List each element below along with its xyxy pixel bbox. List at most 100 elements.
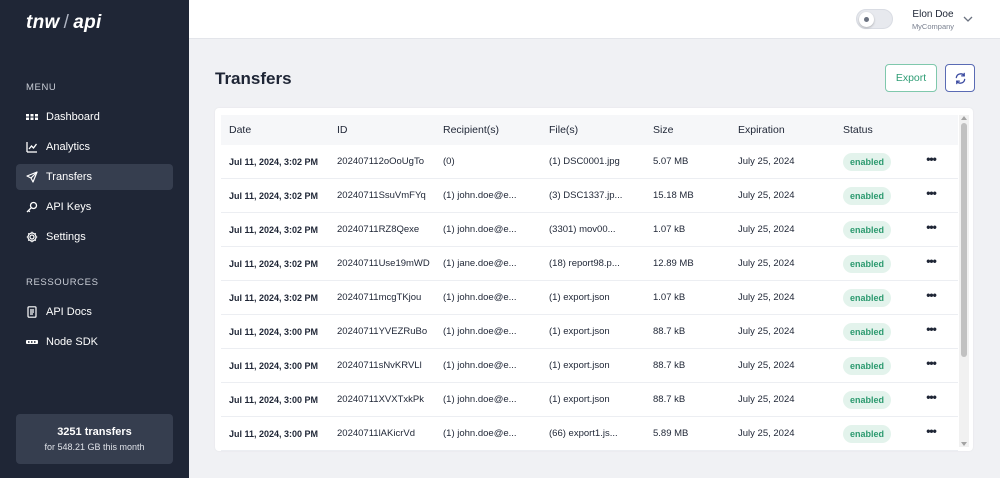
table-row[interactable]: Jul 11, 2024, 3:00 PM 20240711YVEZRuBo (… xyxy=(221,315,958,349)
status-badge: enabled xyxy=(843,323,891,341)
send-icon xyxy=(26,171,38,183)
sidebar-item-label: API Keys xyxy=(46,201,92,213)
column-header-recipients[interactable]: Recipient(s) xyxy=(443,115,499,145)
cell-size: 1.07 kB xyxy=(653,292,686,303)
status-badge: enabled xyxy=(843,357,891,375)
cell-expiration: July 25, 2024 xyxy=(738,394,795,405)
table-row[interactable]: Jul 11, 2024, 3:00 PM 20240711XVXTxkPk (… xyxy=(221,383,958,417)
table-row[interactable]: Jul 11, 2024, 3:02 PM 20240711mcgTKjou (… xyxy=(221,281,958,315)
status-badge: enabled xyxy=(843,391,891,409)
more-options-icon[interactable]: ••• xyxy=(923,187,939,204)
cell-id: 20240711lAKicrVd xyxy=(337,428,415,439)
more-options-icon[interactable]: ••• xyxy=(923,221,939,238)
cell-date: Jul 11, 2024, 3:02 PM xyxy=(229,259,319,269)
sidebar-item-node-sdk[interactable]: Node SDK xyxy=(16,329,173,355)
table-row[interactable]: Jul 11, 2024, 3:00 PM 20240711sNvKRVLl (… xyxy=(221,349,958,383)
more-options-icon[interactable]: ••• xyxy=(923,255,939,272)
cell-files: (1) DSC0001.jpg xyxy=(549,156,620,167)
more-options-icon[interactable]: ••• xyxy=(923,289,939,306)
cell-expiration: July 25, 2024 xyxy=(738,292,795,303)
chart-icon xyxy=(26,142,38,153)
table-header: Date ID Recipient(s) File(s) Size Expira… xyxy=(221,115,958,145)
sidebar-item-label: API Docs xyxy=(46,306,92,318)
cell-id: 20240711YVEZRuBo xyxy=(337,326,428,337)
sidebar-item-analytics[interactable]: Analytics xyxy=(16,134,173,160)
scrollbar-thumb[interactable] xyxy=(961,123,967,357)
sidebar-item-label: Settings xyxy=(46,231,86,243)
sidebar-item-settings[interactable]: Settings xyxy=(16,224,173,250)
more-options-icon[interactable]: ••• xyxy=(923,357,939,374)
cell-files: (1) export.json xyxy=(549,292,610,303)
sidebar-item-dashboard[interactable]: Dashboard xyxy=(16,104,173,130)
cell-files: (66) export1.js... xyxy=(549,428,618,439)
refresh-icon xyxy=(955,72,965,84)
gear-icon xyxy=(26,231,38,243)
cell-id: 20240711RZ8Qexe xyxy=(337,224,420,235)
cell-expiration: July 25, 2024 xyxy=(738,190,795,201)
toggle-knob xyxy=(859,12,874,27)
more-options-icon[interactable]: ••• xyxy=(923,391,939,408)
cell-date: Jul 11, 2024, 3:02 PM xyxy=(229,191,319,201)
cell-id: 20240711sNvKRVLl xyxy=(337,360,422,371)
user-company: MyCompany xyxy=(911,22,955,31)
cell-id: 20240711Use19mWD xyxy=(337,258,430,269)
more-options-icon[interactable]: ••• xyxy=(923,323,939,340)
status-badge: enabled xyxy=(843,425,891,443)
column-header-status[interactable]: Status xyxy=(843,115,873,145)
cell-size: 1.07 kB xyxy=(653,224,686,235)
sidebar-item-transfers[interactable]: Transfers xyxy=(16,164,173,190)
table-row[interactable]: Jul 11, 2024, 3:02 PM 20240711RZ8Qexe (1… xyxy=(221,213,958,247)
scroll-up-icon[interactable] xyxy=(961,116,967,120)
table-row[interactable]: Jul 11, 2024, 3:00 PM 20240711lAKicrVd (… xyxy=(221,417,958,451)
theme-toggle[interactable] xyxy=(856,9,893,29)
table-row[interactable]: Jul 11, 2024, 3:02 PM 20240711SsuVmFYq (… xyxy=(221,179,958,213)
document-icon xyxy=(27,306,37,318)
status-badge: enabled xyxy=(843,221,891,239)
column-header-size[interactable]: Size xyxy=(653,115,673,145)
cell-expiration: July 25, 2024 xyxy=(738,360,795,371)
column-header-expiration[interactable]: Expiration xyxy=(738,115,785,145)
more-options-icon[interactable]: ••• xyxy=(923,425,939,442)
export-button[interactable]: Export xyxy=(885,64,937,92)
cell-expiration: July 25, 2024 xyxy=(738,326,795,337)
column-header-files[interactable]: File(s) xyxy=(549,115,578,145)
cell-size: 5.07 MB xyxy=(653,156,689,167)
cell-recipients: (1) john.doe@e... xyxy=(443,428,517,439)
cell-recipients: (1) john.doe@e... xyxy=(443,190,517,201)
cell-size: 15.18 MB xyxy=(653,190,694,201)
cell-files: (1) export.json xyxy=(549,326,610,337)
cell-recipients: (1) john.doe@e... xyxy=(443,360,517,371)
cell-recipients: (1) john.doe@e... xyxy=(443,326,517,337)
cell-recipients: (1) john.doe@e... xyxy=(443,224,517,235)
scroll-down-icon[interactable] xyxy=(961,442,967,446)
status-badge: enabled xyxy=(843,187,891,205)
logo-right: api xyxy=(73,12,102,33)
more-options-icon[interactable]: ••• xyxy=(923,153,939,170)
sidebar-item-label: Transfers xyxy=(46,171,93,183)
status-badge: enabled xyxy=(843,255,891,273)
table-row[interactable]: Jul 11, 2024, 3:02 PM 202407112oOoUgTo (… xyxy=(221,145,958,179)
cell-id: 20240711XVXTxkPk xyxy=(337,394,424,405)
user-menu[interactable]: Elon Doe MyCompany xyxy=(905,9,961,31)
column-header-id[interactable]: ID xyxy=(337,115,348,145)
sidebar-item-api-keys[interactable]: API Keys xyxy=(16,194,173,220)
logo[interactable]: tnw / api xyxy=(26,12,102,34)
chevron-down-icon[interactable] xyxy=(963,15,973,23)
cell-recipients: (1) jane.doe@e... xyxy=(443,258,517,269)
usage-count: 3251 transfers xyxy=(57,426,132,438)
cell-date: Jul 11, 2024, 3:02 PM xyxy=(229,225,319,235)
table-row[interactable]: Jul 11, 2024, 3:02 PM 20240711Use19mWD (… xyxy=(221,247,958,281)
refresh-button[interactable] xyxy=(945,64,975,92)
table-scrollbar[interactable] xyxy=(959,115,969,447)
sidebar-item-api-docs[interactable]: API Docs xyxy=(16,299,173,325)
page-title: Transfers xyxy=(215,69,292,88)
cell-recipients: (1) john.doe@e... xyxy=(443,394,517,405)
usage-detail: for 548.21 GB this month xyxy=(44,442,145,452)
resources-section-title: RESSOURCES xyxy=(26,277,99,288)
usage-summary: 3251 transfers for 548.21 GB this month xyxy=(16,414,173,464)
sidebar: tnw / api MENU Dashboard Analytics Transfe… xyxy=(0,0,189,478)
cell-date: Jul 11, 2024, 3:00 PM xyxy=(229,361,319,371)
key-icon xyxy=(26,201,38,213)
column-header-date[interactable]: Date xyxy=(229,115,251,145)
cell-date: Jul 11, 2024, 3:02 PM xyxy=(229,293,319,303)
